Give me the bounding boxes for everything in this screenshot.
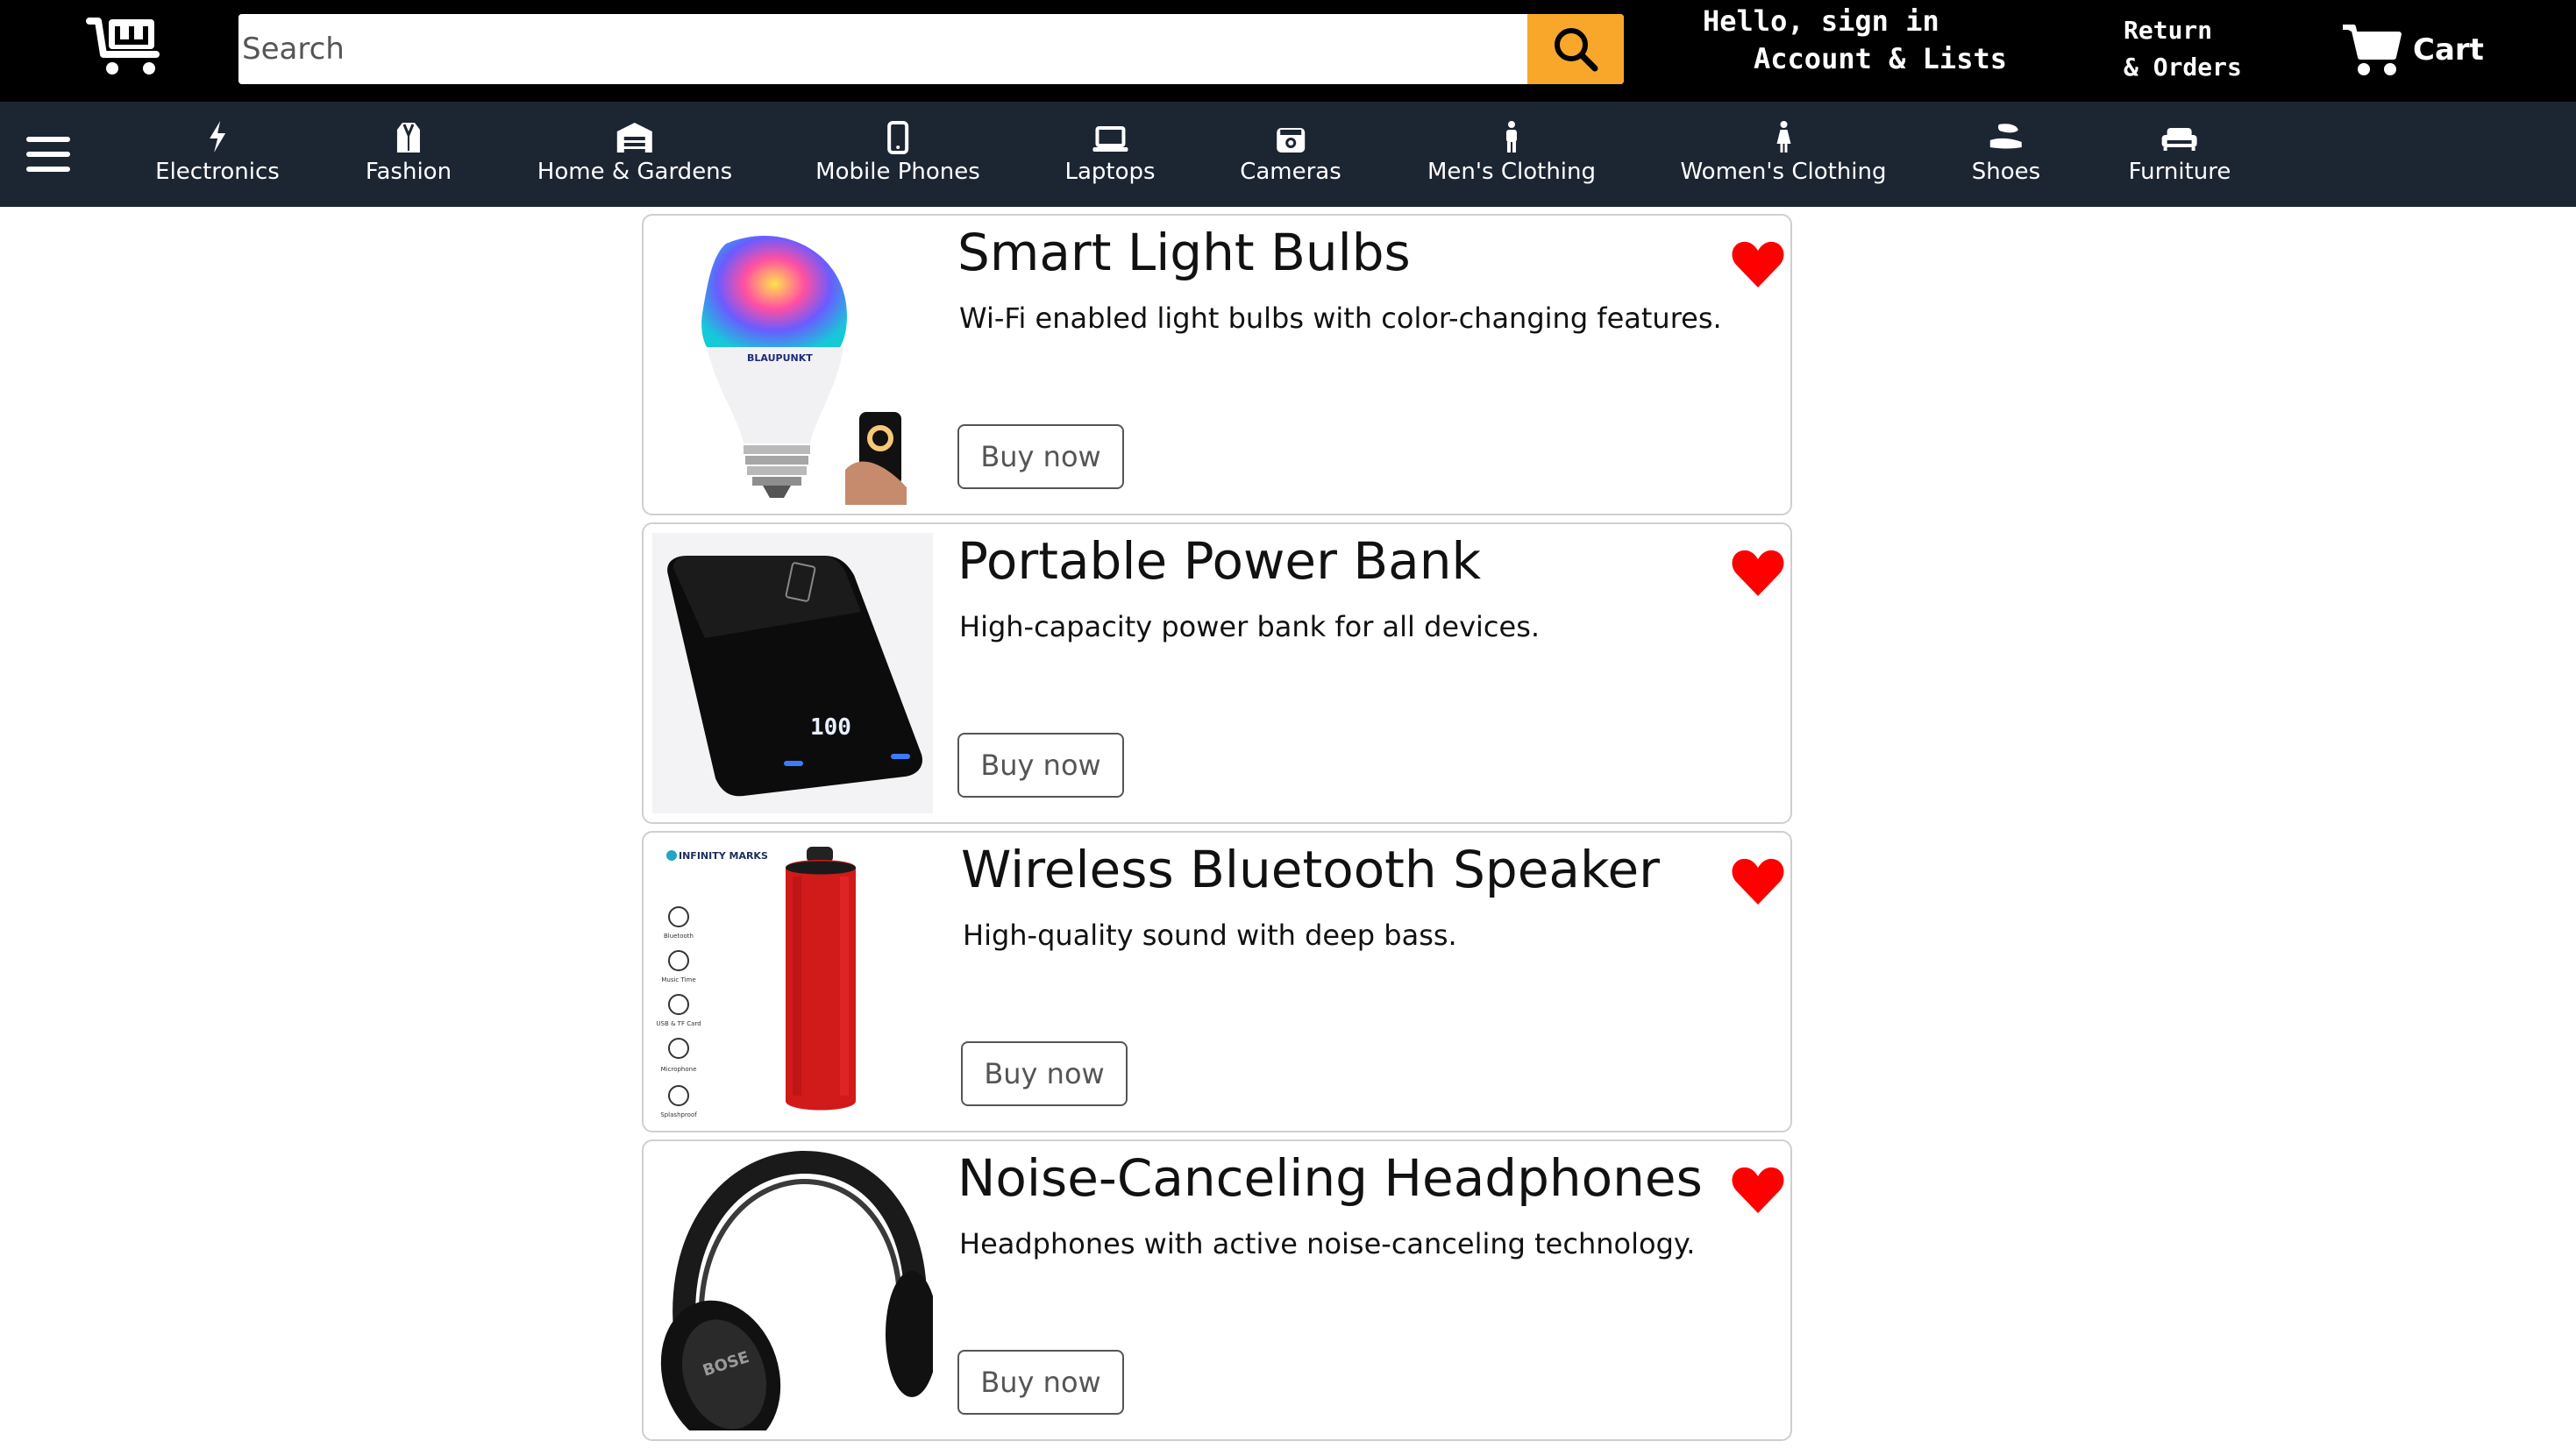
speaker-feature-label: Music Time <box>661 976 695 983</box>
product-description: High-quality sound with deep bass. <box>963 919 1457 952</box>
heart-icon[interactable] <box>1731 240 1785 289</box>
product-card: BLAUPUNKT Smart Light Bulbs Wi-Fi enable… <box>642 214 1792 515</box>
top-header: Hello, sign in Account & Lists Return & … <box>0 0 2576 102</box>
smart-bulb-image[interactable]: BLAUPUNKT <box>652 224 933 505</box>
category-nav: Electronics Fashion Home & Gardens Mobil… <box>0 102 2576 207</box>
shoe-icon <box>1990 124 2022 149</box>
product-title[interactable]: Smart Light Bulbs <box>957 221 1411 284</box>
speaker-feature-label: Microphone <box>661 1066 697 1073</box>
couch-icon <box>2161 128 2197 151</box>
speaker-feature-label: Bluetooth <box>664 933 694 940</box>
headphones-image[interactable]: BOSE <box>652 1150 938 1439</box>
product-title[interactable]: Portable Power Bank <box>957 529 1481 593</box>
warehouse-icon <box>616 123 652 153</box>
nav-label: Mobile Phones <box>815 159 980 185</box>
cart-button[interactable]: Cart <box>2341 19 2484 81</box>
speaker-feature-label: Splashproof <box>660 1111 697 1118</box>
heart-icon[interactable] <box>1731 857 1785 906</box>
nav-item-mobile-phones[interactable]: Mobile Phones <box>815 119 980 198</box>
nav-item-shoes[interactable]: Shoes <box>1972 119 2040 198</box>
orders-line2: & Orders <box>2124 53 2242 82</box>
nav-label: Laptops <box>1064 159 1156 185</box>
product-list: BLAUPUNKT Smart Light Bulbs Wi-Fi enable… <box>642 214 1792 1448</box>
nav-item-furniture[interactable]: Furniture <box>2129 119 2231 198</box>
nav-item-fashion[interactable]: Fashion <box>366 119 452 198</box>
suit-icon <box>396 123 420 153</box>
bluetooth-speaker-image[interactable]: INFINITY MARKS Bluetooth Music Time USB … <box>652 841 933 1122</box>
male-icon <box>1506 121 1517 153</box>
mobile-icon <box>886 121 908 154</box>
female-icon <box>1775 121 1790 153</box>
cart-label: Cart <box>2413 32 2484 67</box>
speaker-feature-label: USB & TF Card <box>656 1020 701 1027</box>
nav-label: Furniture <box>2128 159 2231 185</box>
account-lists-label: Account & Lists <box>1754 42 2007 75</box>
nav-item-cameras[interactable]: Cameras <box>1240 119 1341 198</box>
nav-item-laptops[interactable]: Laptops <box>1064 119 1156 198</box>
search-button[interactable] <box>1527 14 1624 84</box>
nav-label: Shoes <box>1971 159 2041 185</box>
cart-icon <box>2343 25 2402 75</box>
nav-item-electronics[interactable]: Electronics <box>155 119 280 198</box>
heart-icon[interactable] <box>1731 1166 1785 1215</box>
nav-label: Fashion <box>365 159 452 185</box>
product-title[interactable]: Noise-Canceling Headphones <box>957 1146 1703 1210</box>
buy-now-button[interactable]: Buy now <box>957 733 1124 798</box>
product-card: 100 Portable Power Bank High-capacity po… <box>642 522 1792 824</box>
search-bar <box>238 14 1624 84</box>
product-card: BOSE Noise-Canceling Headphones Headphon… <box>642 1139 1792 1441</box>
product-description: Wi-Fi enabled light bulbs with color-cha… <box>959 302 1722 335</box>
product-card: INFINITY MARKS Bluetooth Music Time USB … <box>642 831 1792 1132</box>
store-logo-icon[interactable] <box>86 16 165 77</box>
nav-item-mens-clothing[interactable]: Men's Clothing <box>1427 119 1596 198</box>
power-bank-display: 100 <box>810 714 851 741</box>
power-bank-image[interactable]: 100 <box>652 533 933 813</box>
orders-line1: Return <box>2124 16 2213 45</box>
buy-now-button[interactable]: Buy now <box>957 1350 1124 1415</box>
search-input[interactable] <box>238 14 1527 84</box>
heart-icon[interactable] <box>1731 549 1785 598</box>
product-description: Headphones with active noise-canceling t… <box>959 1227 1696 1260</box>
buy-now-button[interactable]: Buy now <box>961 1041 1128 1106</box>
buy-now-button[interactable]: Buy now <box>957 424 1124 489</box>
returns-orders-link[interactable]: Return & Orders <box>2124 12 2299 86</box>
nav-label: Home & Gardens <box>537 159 733 185</box>
menu-icon[interactable] <box>26 130 70 179</box>
search-icon <box>1555 28 1598 72</box>
camera-icon <box>1276 128 1305 153</box>
account-menu[interactable]: Hello, sign in Account & Lists <box>1703 4 2018 79</box>
nav-label: Electronics <box>155 159 280 185</box>
product-description: High-capacity power bank for all devices… <box>959 610 1541 643</box>
nav-item-home-gardens[interactable]: Home & Gardens <box>537 119 732 198</box>
account-greeting: Hello, sign in <box>1703 4 1939 38</box>
nav-label: Cameras <box>1240 159 1341 185</box>
nav-label: Women's Clothing <box>1680 159 1887 185</box>
nav-label: Men's Clothing <box>1427 159 1597 185</box>
bolt-icon <box>210 121 225 153</box>
bulb-brand-text: BLAUPUNKT <box>747 352 813 364</box>
speaker-brand-text: INFINITY MARKS <box>679 850 768 862</box>
laptop-icon <box>1092 126 1128 152</box>
product-title[interactable]: Wireless Bluetooth Speaker <box>961 838 1660 901</box>
nav-item-womens-clothing[interactable]: Women's Clothing <box>1680 119 1887 198</box>
